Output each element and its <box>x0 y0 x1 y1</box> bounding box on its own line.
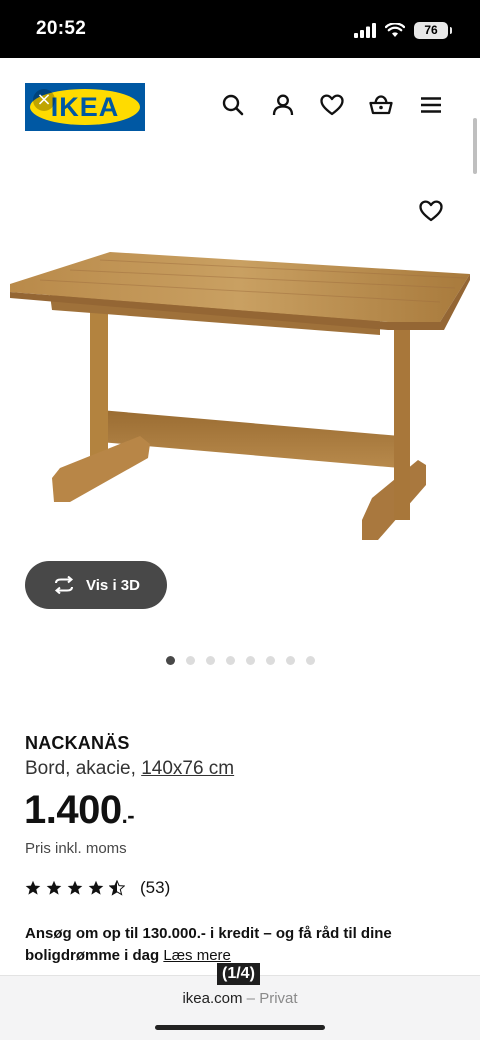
product-size-link[interactable]: 140x76 cm <box>141 758 234 779</box>
product-description: Bord, akacie, 140x76 cm <box>25 758 234 780</box>
search-icon[interactable] <box>220 92 246 118</box>
wifi-icon <box>385 22 405 37</box>
carousel-dot[interactable] <box>166 656 175 665</box>
view-3d-button[interactable]: Vis i 3D <box>25 561 167 609</box>
star-icon <box>46 880 62 895</box>
star-icon <box>67 880 83 895</box>
url-domain: ikea.com <box>182 990 243 1007</box>
carousel-dot[interactable] <box>306 656 315 665</box>
battery-level: 76 <box>424 22 438 37</box>
status-icons: 76 <box>354 21 452 39</box>
status-bar: 20:52 76 <box>0 0 480 58</box>
credit-offer: Ansøg om op til 130.000.- i kredit – og … <box>25 923 425 967</box>
carousel-dot[interactable] <box>226 656 235 665</box>
product-name: NACKANÄS <box>25 733 130 753</box>
close-overlay-icon[interactable]: × <box>33 89 55 111</box>
view-3d-label: Vis i 3D <box>86 576 140 594</box>
url-separator: – <box>242 990 260 1007</box>
private-mode-label: Privat <box>259 990 298 1007</box>
ikea-logo[interactable]: IKEA × <box>25 83 145 131</box>
product-rating[interactable]: (53) <box>25 878 170 898</box>
scroll-indicator[interactable] <box>473 118 477 174</box>
carousel-dots <box>166 656 315 665</box>
product-image[interactable] <box>0 240 480 560</box>
carousel-dot[interactable] <box>266 656 275 665</box>
menu-icon[interactable] <box>418 92 444 118</box>
read-more-link[interactable]: Læs mere <box>163 947 231 964</box>
price-note: Pris inkl. moms <box>25 840 127 857</box>
price-value: 1.400 <box>24 788 122 832</box>
table-illustration <box>10 252 470 540</box>
product-type: Bord, akacie, <box>25 758 136 779</box>
battery-icon: 76 <box>414 21 452 39</box>
half-star-icon <box>109 880 125 896</box>
carousel-dot[interactable] <box>186 656 195 665</box>
url-display[interactable]: ikea.com – Privat <box>0 990 480 1007</box>
home-indicator[interactable] <box>155 1025 325 1030</box>
heart-icon[interactable] <box>319 92 345 118</box>
rotate-3d-icon <box>54 576 74 594</box>
status-time: 20:52 <box>36 18 87 39</box>
star-icon <box>25 880 41 895</box>
star-icon <box>88 880 104 895</box>
signal-icon <box>354 22 376 38</box>
page-counter: (1/4) <box>217 963 260 985</box>
product-price: 1.400.- <box>24 788 135 833</box>
site-header: IKEA × <box>0 58 480 158</box>
carousel-dot[interactable] <box>246 656 255 665</box>
basket-icon[interactable] <box>368 92 394 118</box>
favourite-heart-icon[interactable] <box>418 198 444 224</box>
user-icon[interactable] <box>270 92 296 118</box>
rating-count: (53) <box>140 878 171 897</box>
carousel-dot[interactable] <box>206 656 215 665</box>
price-suffix: .- <box>121 803 135 828</box>
carousel-dot[interactable] <box>286 656 295 665</box>
